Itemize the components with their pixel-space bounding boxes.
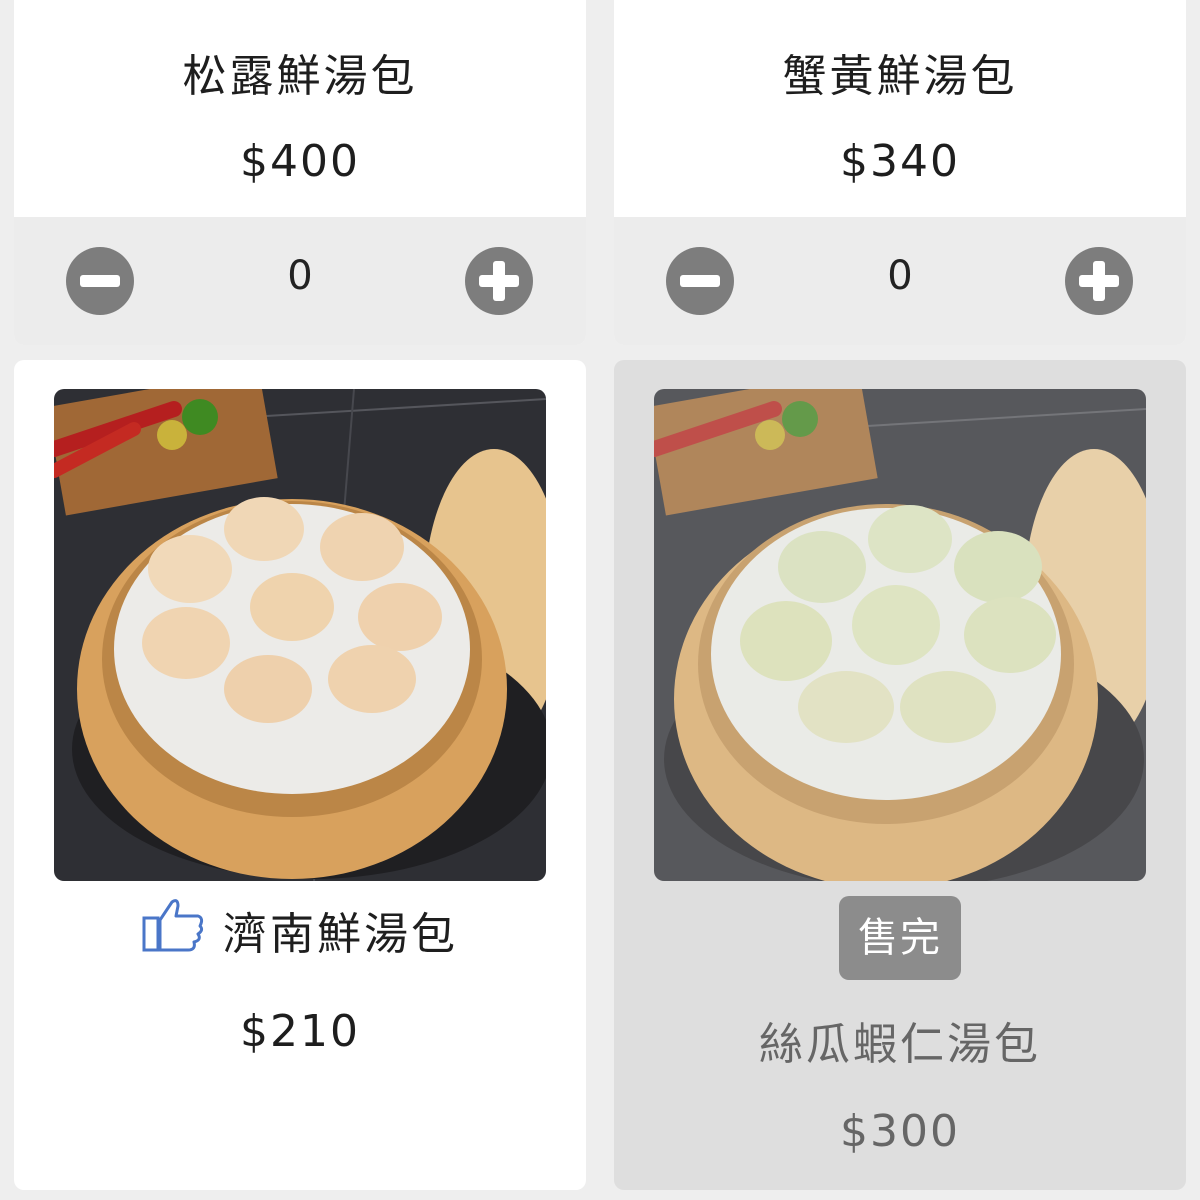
product-card-jinan[interactable]: 濟南鮮湯包 $210	[14, 360, 586, 1190]
product-price: $340	[840, 136, 960, 187]
plus-circle-icon[interactable]	[465, 247, 533, 315]
quantity-value: 0	[887, 253, 913, 299]
product-name: 蟹黃鮮湯包	[782, 51, 1018, 102]
thumbs-up-icon	[142, 899, 204, 952]
minus-circle-icon[interactable]	[666, 247, 734, 315]
product-photo[interactable]	[54, 389, 546, 881]
product-name: 絲瓜蝦仁湯包	[759, 1019, 1041, 1070]
minus-circle-icon[interactable]	[66, 247, 134, 315]
quantity-value: 0	[287, 253, 313, 299]
quantity-stepper: 0	[14, 217, 586, 345]
product-price: $400	[240, 136, 360, 187]
product-grid: 松露鮮湯包 $400 0 蟹黃鮮湯包 $340 0 濟南鮮湯包 $210 售完 …	[0, 0, 1200, 1200]
quantity-stepper: 0	[614, 217, 1186, 345]
product-name-row: 濟南鮮湯包	[14, 898, 586, 962]
product-name: 濟南鮮湯包	[223, 909, 459, 960]
soup-dumpling-photo	[654, 389, 1146, 881]
sold-out-badge: 售完	[839, 896, 961, 980]
plus-circle-icon[interactable]	[1065, 247, 1133, 315]
product-price: $210	[240, 1006, 360, 1057]
product-card-loofah-shrimp[interactable]: 售完 絲瓜蝦仁湯包 $300	[614, 360, 1186, 1190]
product-name: 松露鮮湯包	[182, 51, 418, 102]
soup-dumpling-photo	[54, 389, 546, 881]
product-card-truffle[interactable]: 松露鮮湯包 $400 0	[14, 0, 586, 345]
product-photo[interactable]	[654, 389, 1146, 881]
product-card-crab[interactable]: 蟹黃鮮湯包 $340 0	[614, 0, 1186, 345]
product-price: $300	[840, 1106, 960, 1157]
